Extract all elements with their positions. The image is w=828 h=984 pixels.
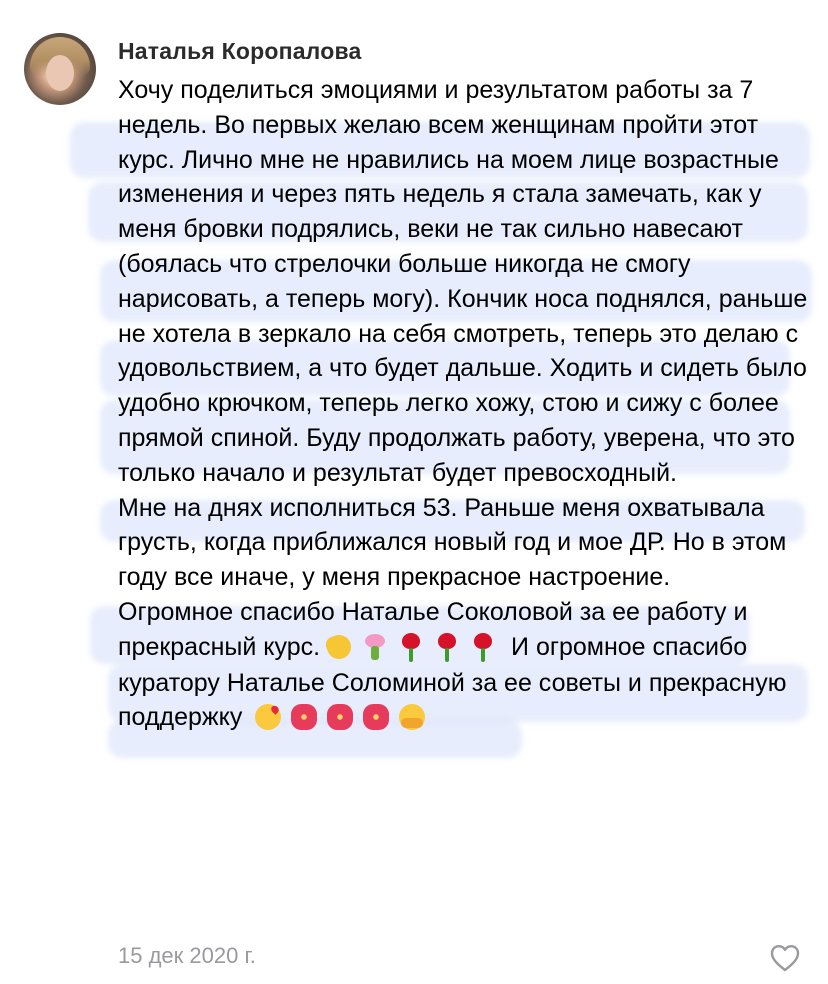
- comment-paragraph-1: Хочу поделиться эмоциями и результатом р…: [118, 76, 815, 487]
- comment-paragraph-2: Мне на днях исполниться 53. Раньше меня …: [118, 493, 794, 592]
- hibiscus-emoji-icon: [325, 702, 355, 732]
- waving-hand-emoji-icon: [324, 632, 354, 662]
- comment-date: 15 дек 2020 г.: [118, 943, 256, 968]
- author-name[interactable]: Наталья Коропалова: [118, 38, 361, 65]
- rose-emoji-icon: [432, 632, 462, 662]
- face-blowing-kiss-emoji-icon: [253, 702, 283, 732]
- avatar[interactable]: [24, 33, 96, 105]
- comment-paragraph-3: Огромное спасибо Наталье Соколовой за ее…: [118, 595, 818, 736]
- heart-outline-icon: [770, 945, 800, 972]
- avatar-face: [46, 55, 74, 91]
- rose-emoji-icon: [396, 632, 426, 662]
- emoji-group-course: [324, 631, 504, 666]
- hibiscus-emoji-icon: [361, 702, 391, 732]
- rose-emoji-icon: [468, 632, 498, 662]
- comment-body: Хочу поделиться эмоциями и результатом р…: [118, 73, 818, 736]
- like-button[interactable]: [770, 944, 800, 972]
- emoji-group-end: [253, 701, 433, 736]
- hugging-face-emoji-icon: [397, 702, 427, 732]
- hibiscus-emoji-icon: [289, 702, 319, 732]
- bouquet-emoji-icon: [360, 632, 390, 662]
